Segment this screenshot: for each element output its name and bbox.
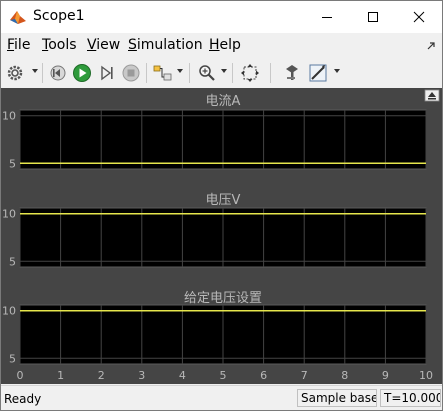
menu-bar: File Tools View Simulation Help [1, 33, 442, 57]
x-tick-label: 1 [57, 369, 64, 382]
fit-to-view-icon [241, 64, 259, 82]
x-tick-label: 3 [138, 369, 145, 382]
menu-simulation[interactable]: Simulation [128, 37, 203, 53]
x-tick-label: 2 [98, 369, 105, 382]
x-tick-label: 8 [341, 369, 348, 382]
scope-plots: 5 10 电流A 5 10 电压V 5 10 给定电压设置 0 1 2 3 4 5 6 7 8 9 10 [1, 88, 442, 384]
menu-file-rest: ile [14, 37, 31, 53]
minimize-button[interactable] [304, 1, 350, 33]
menu-file[interactable]: File [7, 37, 30, 53]
step-back-button[interactable] [47, 62, 69, 84]
run-button[interactable] [71, 62, 93, 84]
zoom-button[interactable] [196, 62, 218, 84]
toolbar-separator [270, 63, 271, 83]
expand-legend-button[interactable] [424, 89, 440, 102]
y-tick-label: 5 [9, 157, 16, 170]
fit-to-view-button[interactable] [239, 62, 261, 84]
menu-view[interactable]: View [87, 37, 120, 53]
window-title: Scope1 [33, 8, 85, 24]
menu-tools[interactable]: Tools [42, 37, 77, 53]
status-bar: Ready Sample based T=10.000 [1, 385, 442, 410]
stop-icon [122, 64, 140, 82]
maximize-button[interactable] [350, 1, 396, 33]
scope-display: 5 10 电流A 5 10 电压V 5 10 给定电压设置 0 1 2 3 4 5 6 7 8 9 10 [1, 88, 442, 384]
highlight-block-icon [153, 65, 172, 81]
x-tick-label: 5 [220, 369, 227, 382]
step-forward-button[interactable] [96, 62, 118, 84]
y-tick-label: 10 [2, 208, 16, 221]
x-tick-label: 4 [179, 369, 186, 382]
y-tick-label: 5 [9, 255, 16, 268]
x-tick-label: 6 [260, 369, 267, 382]
style-button[interactable] [281, 62, 303, 84]
toolbar-separator [146, 63, 147, 83]
scope-window: Scope1 File Tools View Simulation Help 5… [0, 0, 443, 411]
highlight-dropdown-arrow[interactable] [177, 69, 183, 73]
highlight-block-button[interactable] [152, 62, 174, 84]
zoom-icon [199, 65, 215, 81]
toolbar-separator [189, 63, 190, 83]
close-icon [413, 11, 425, 23]
undock-icon[interactable] [426, 41, 436, 51]
x-tick-label: 10 [419, 369, 433, 382]
y-tick-label: 10 [2, 110, 16, 123]
plot-title-3: 给定电压设置 [184, 291, 262, 306]
matlab-icon [10, 11, 26, 24]
status-ready-text: Ready [4, 392, 42, 406]
step-forward-icon [101, 65, 113, 81]
maximize-icon [368, 12, 378, 22]
toolbar [1, 59, 442, 87]
x-tick-label: 7 [301, 369, 308, 382]
close-button[interactable] [396, 1, 442, 33]
simulation-time-indicator: T=10.000 [380, 389, 441, 407]
step-back-icon [50, 65, 66, 81]
x-tick-label: 0 [17, 369, 24, 382]
y-tick-label: 5 [9, 352, 16, 365]
measurement-button[interactable] [307, 62, 329, 84]
settings-button[interactable] [4, 62, 26, 84]
toolbar-separator [232, 63, 233, 83]
style-icon [286, 65, 298, 80]
measurement-dropdown-arrow[interactable] [334, 69, 340, 73]
zoom-dropdown-arrow[interactable] [221, 69, 227, 73]
run-icon [73, 64, 91, 82]
sample-mode-indicator: Sample based [297, 389, 377, 407]
settings-icon [7, 65, 23, 81]
toolbar-separator [42, 63, 43, 83]
y-tick-label: 10 [2, 305, 16, 318]
settings-dropdown-arrow[interactable] [32, 69, 38, 73]
stop-button[interactable] [120, 62, 142, 84]
measurement-icon [309, 64, 327, 82]
x-tick-label: 9 [382, 369, 389, 382]
plot-title-2: 电压V [206, 193, 241, 208]
title-bar[interactable]: Scope1 [1, 1, 442, 33]
menu-help[interactable]: Help [209, 37, 241, 53]
minimize-icon [322, 17, 332, 18]
plot-title-1: 电流A [206, 94, 241, 109]
